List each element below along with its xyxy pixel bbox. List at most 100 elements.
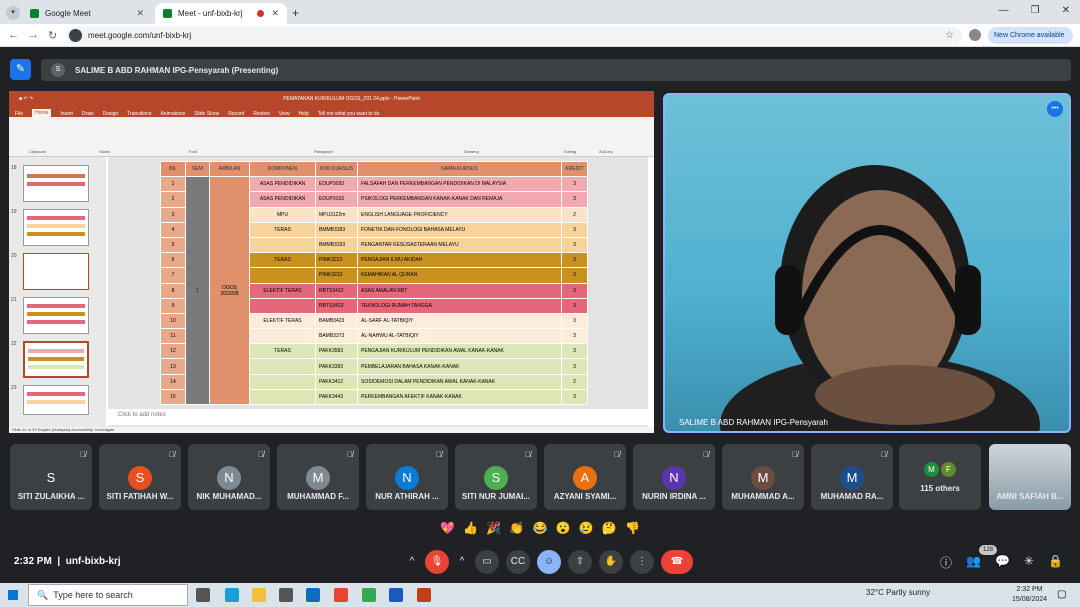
- reaction-emoji[interactable]: 💖: [440, 521, 455, 535]
- captions-icon[interactable]: CC: [506, 550, 530, 574]
- table-cell: [249, 297, 316, 314]
- close-icon[interactable]: ✕: [271, 8, 279, 19]
- minimize-icon[interactable]: —: [999, 5, 1009, 16]
- avatar: M: [306, 466, 330, 490]
- powerpoint-icon[interactable]: [417, 588, 431, 602]
- presenter-video: [720, 165, 1040, 431]
- address-bar[interactable]: meet.google.com/unf-bixb-krj ☆: [66, 27, 962, 44]
- mic-muted-icon: 🎙̸: [703, 450, 709, 459]
- leave-call-button[interactable]: ☎: [661, 550, 693, 574]
- participant-tile[interactable]: 🎙̸ M MUHAMAD RA...: [811, 444, 893, 510]
- video-options-icon[interactable]: ^: [456, 550, 468, 574]
- participant-tile[interactable]: 🎙̸ M MUHAMMAD A...: [722, 444, 804, 510]
- bookmark-star-icon[interactable]: ☆: [945, 30, 954, 41]
- participant-tile[interactable]: 🎙̸ S SITI NUR JUMAI...: [455, 444, 537, 510]
- taskbar-clock[interactable]: 2:32 PM 15/08/2024: [1012, 585, 1047, 605]
- present-icon[interactable]: ⇧: [568, 550, 592, 574]
- participant-tile[interactable]: 🎙̸ S SITI FATIHAH W...: [99, 444, 181, 510]
- table-cell: [249, 328, 316, 345]
- table-cell: RBTS3423: [315, 297, 358, 314]
- table-cell: 3: [561, 297, 588, 314]
- reaction-emoji[interactable]: 😮: [556, 521, 571, 535]
- restore-icon[interactable]: ❐: [1031, 5, 1040, 16]
- table-cell: 1: [185, 176, 210, 405]
- notification-icon[interactable]: ▢: [1057, 589, 1066, 600]
- table-cell: PAKK3443: [315, 388, 358, 406]
- table-cell: 3: [561, 358, 588, 375]
- profile-avatar[interactable]: [969, 29, 981, 41]
- ribbon-group: Paragraph: [314, 149, 333, 154]
- ppt-status-bar: Slide 22 of 33 English (Malaysia) Access…: [9, 427, 654, 433]
- chrome-update-button[interactable]: New Chrome available: [988, 27, 1073, 44]
- participant-tile[interactable]: AMNI SAFIAH B...: [989, 444, 1071, 510]
- reaction-emoji[interactable]: 👍: [463, 521, 478, 535]
- table-cell: TERAS: [249, 343, 316, 360]
- mic-muted-icon: 🎙̸: [258, 450, 264, 459]
- table-cell: 3: [561, 328, 588, 345]
- others-count: 115 others: [920, 484, 960, 493]
- table-cell: MPU: [249, 206, 316, 223]
- reaction-emoji[interactable]: 👏: [509, 521, 524, 535]
- table-cell: PAKK3583: [315, 343, 358, 360]
- weather-widget[interactable]: 32°C Partly sunny: [866, 588, 930, 597]
- host-controls-icon[interactable]: 🔒: [1048, 554, 1063, 571]
- participant-tile[interactable]: 🎙̸ M MUHAMMAD F...: [277, 444, 359, 510]
- chrome-active-icon[interactable]: [362, 588, 376, 602]
- participant-tile[interactable]: 🎙̸ N NIK MUHAMAD...: [188, 444, 270, 510]
- close-icon[interactable]: ✕: [136, 8, 144, 19]
- close-window-icon[interactable]: ✕: [1062, 5, 1070, 16]
- table-row: 1 1 OGOS 2023/28 ASAS PENDIDIKAN EDUP3093 FAL…: [160, 176, 588, 405]
- header-cell: KOD KURSUS: [315, 160, 358, 178]
- slide-thumbnail: [23, 165, 89, 202]
- windows-start-icon[interactable]: [8, 590, 18, 600]
- chat-icon[interactable]: 💬: [995, 554, 1010, 571]
- edge-icon[interactable]: [225, 588, 239, 602]
- activities-icon[interactable]: ✳: [1024, 554, 1034, 571]
- reaction-emoji[interactable]: 😂: [533, 521, 548, 535]
- site-info-icon[interactable]: [69, 29, 82, 42]
- presenter-camera: ••• SALIME B ABD RAHMAN IPG-Pensyarah: [663, 93, 1071, 433]
- participant-tile[interactable]: 🎙̸ N NUR ATHIRAH ...: [366, 444, 448, 510]
- new-tab-button[interactable]: +: [292, 6, 299, 20]
- raise-hand-icon[interactable]: ✋: [599, 550, 623, 574]
- participant-tile[interactable]: 🎙̸ A AZYANI SYAMI...: [544, 444, 626, 510]
- reaction-emoji[interactable]: 😢: [579, 521, 594, 535]
- table-cell: AL-SARF AL-TATBIQIY: [357, 312, 562, 330]
- info-icon[interactable]: ⓘ: [940, 554, 952, 571]
- more-options-icon[interactable]: •••: [1047, 101, 1063, 117]
- audio-options-icon[interactable]: ^: [406, 550, 418, 574]
- camera-icon[interactable]: ▭: [475, 550, 499, 574]
- table-cell: 13: [160, 358, 186, 375]
- task-view-icon[interactable]: [196, 588, 210, 602]
- forward-icon[interactable]: →: [28, 29, 39, 41]
- file-explorer-icon[interactable]: [252, 588, 266, 602]
- word-icon[interactable]: [389, 588, 403, 602]
- emoji-icon[interactable]: ☺: [537, 550, 561, 574]
- reaction-emoji[interactable]: 🤔: [602, 521, 617, 535]
- participant-name: SITI NUR JUMAI...: [461, 492, 530, 501]
- tab-google-meet[interactable]: Google Meet ✕: [22, 3, 152, 24]
- participant-tile[interactable]: 🎙̸ S SITI ZULAIKHA ...: [10, 444, 92, 510]
- store-icon[interactable]: [279, 588, 293, 602]
- others-tile[interactable]: M F 115 others: [899, 444, 981, 510]
- mic-muted-icon: 🎙̸: [525, 450, 531, 459]
- table-cell: 7: [160, 267, 186, 284]
- tab-search-icon[interactable]: ▾: [6, 6, 20, 20]
- course-table: BIL SEM AMBILAN KOMPONEN KOD KURSUS NAMA…: [160, 160, 588, 406]
- tab-meet-call[interactable]: Meet - unf-bixb-krj ✕: [155, 3, 287, 24]
- mail-icon[interactable]: [306, 588, 320, 602]
- notes-pane[interactable]: Click to add notes: [108, 409, 648, 425]
- more-options-icon[interactable]: ⋮: [630, 550, 654, 574]
- taskbar-search[interactable]: 🔍 Type here to search: [28, 584, 188, 606]
- reload-icon[interactable]: ↻: [48, 29, 57, 42]
- chrome-icon[interactable]: [334, 588, 348, 602]
- participant-name: NURIN IRDINA ...: [642, 492, 706, 501]
- participant-tile[interactable]: 🎙̸ N NURIN IRDINA ...: [633, 444, 715, 510]
- reaction-emoji[interactable]: 👎: [625, 521, 640, 535]
- table-cell: 3: [561, 388, 588, 406]
- reaction-emoji[interactable]: 🎉: [486, 521, 501, 535]
- mic-off-icon[interactable]: 🎙: [425, 550, 449, 574]
- back-icon[interactable]: ←: [8, 29, 19, 41]
- people-icon[interactable]: 👥: [966, 554, 981, 571]
- meet-favicon-icon: [163, 9, 172, 18]
